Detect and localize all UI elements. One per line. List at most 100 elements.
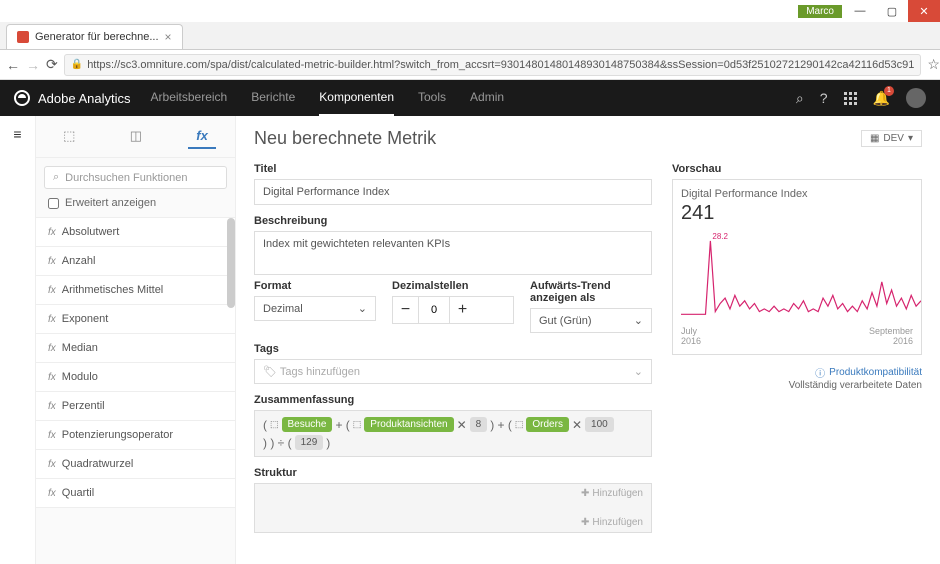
function-item[interactable]: fxQuartil [36,479,235,508]
main-content: Neu berechnete Metrik ▦ DEV ▾ Titel Besc… [236,116,940,564]
chevron-down-icon: ⌄ [634,314,643,327]
chevron-down-icon: ⌄ [358,302,367,315]
format-select[interactable]: Dezimal⌄ [254,296,376,321]
browser-tab[interactable]: Generator für berechne... × [6,24,183,49]
adobe-analytics-icon [14,90,30,106]
compat-link[interactable]: ⓘ Produktkompatibilität [672,365,922,380]
search-icon: ⌕ [53,171,59,184]
help-icon[interactable]: ? [820,90,828,106]
label-tags: Tags [254,343,652,355]
function-item[interactable]: fxAnzahl [36,247,235,276]
function-list[interactable]: fxAbsolutwertfxAnzahlfxArithmetisches Mi… [36,217,235,564]
add-button[interactable]: ✚ Hinzufügen [581,488,643,499]
extended-checkbox[interactable]: Erweitert anzeigen [48,197,223,209]
preview-panel: Digital Performance Index 241 28.2 July2… [672,179,922,355]
fx-icon: fx [48,227,56,238]
nav-item-berichte[interactable]: Berichte [251,80,295,116]
function-panel: ⬚ ◫ fx ⌕ Durchsuchen Funktionen Erweiter… [36,116,236,564]
label-decimals: Dezimalstellen [392,280,514,292]
segment-pill[interactable]: Produktansichten [364,417,453,432]
number-pill[interactable]: 8 [470,417,488,432]
function-item[interactable]: fxArithmetisches Mittel [36,276,235,305]
add-button[interactable]: ✚ Hinzufügen [581,517,643,528]
function-item[interactable]: fxPerzentil [36,392,235,421]
increment-button[interactable]: + [449,297,475,323]
left-rail: ≡ [0,116,36,564]
app-header: Adobe Analytics Arbeitsbereich Berichte Ko… [0,80,940,116]
search-icon[interactable]: ⌕ [796,90,804,107]
side-tab-functions[interactable]: fx [188,124,216,149]
apps-grid-icon[interactable] [844,92,857,105]
window-minimize[interactable]: — [844,0,876,22]
summary-formula: ( ⬚ Besuche + ( ⬚ Produktansichten ✕ 8 )… [254,410,652,457]
label-description: Beschreibung [254,215,652,227]
nav-item-admin[interactable]: Admin [470,80,504,116]
fx-icon: fx [48,430,56,441]
svg-text:28.2: 28.2 [712,232,728,241]
fx-icon: fx [48,256,56,267]
description-input[interactable] [254,231,652,275]
fx-icon: fx [48,314,56,325]
label-format: Format [254,280,376,292]
label-structure: Struktur [254,467,652,479]
dev-dropdown[interactable]: ▦ DEV ▾ [861,130,922,147]
fx-icon: fx [48,459,56,470]
fx-icon: fx [48,488,56,499]
fx-icon: fx [48,372,56,383]
function-item[interactable]: fxQuadratwurzel [36,450,235,479]
fx-icon: fx [48,343,56,354]
label-summary: Zusammenfassung [254,394,652,406]
nav-item-arbeitsbereich[interactable]: Arbeitsbereich [151,80,228,116]
product-logo[interactable]: Adobe Analytics [14,90,131,106]
page-title: Neu berechnete Metrik [254,128,436,149]
favicon-icon [17,31,29,43]
url-input[interactable]: 🔒 https://sc3.omniture.com/spa/dist/calc… [64,54,922,76]
label-trend: Aufwärts-Trend anzeigen als [530,280,652,304]
segment-pill[interactable]: Orders [526,417,569,432]
trend-select[interactable]: Gut (Grün)⌄ [530,308,652,333]
hamburger-icon[interactable]: ≡ [0,126,35,142]
browser-tab-strip: Generator für berechne... × [0,22,940,50]
function-item[interactable]: fxModulo [36,363,235,392]
notifications-icon[interactable]: 🔔1 [873,90,890,107]
user-badge: Marco [798,5,842,18]
scrollbar[interactable] [227,218,235,308]
function-item[interactable]: fxPotenzierungsoperator [36,421,235,450]
reload-icon[interactable]: ⟳ [46,54,58,76]
tags-input[interactable]: 🏷 Tags hinzufügen ⌄ [254,359,652,384]
fx-icon: fx [48,401,56,412]
nav-item-komponenten[interactable]: Komponenten [319,80,394,116]
nav-item-tools[interactable]: Tools [418,80,446,116]
chevron-down-icon: ⌄ [634,365,643,378]
preview-value: 241 [681,202,913,225]
browser-toolbar: ← → ⟳ 🔒 https://sc3.omniture.com/spa/dis… [0,50,940,80]
tab-close-icon[interactable]: × [165,30,172,44]
window-close[interactable]: ✕ [908,0,940,22]
number-pill[interactable]: 129 [295,435,324,450]
avatar[interactable] [906,88,926,108]
fx-icon: fx [48,285,56,296]
function-search-input[interactable]: ⌕ Durchsuchen Funktionen [44,166,227,189]
star-icon[interactable]: ☆ [927,54,940,76]
structure-canvas[interactable]: ✚ Hinzufügen ✚ Hinzufügen [254,483,652,533]
decimals-stepper[interactable]: − 0 + [392,296,514,324]
label-title: Titel [254,163,652,175]
back-icon[interactable]: ← [6,54,20,76]
lock-icon: 🔒 [71,59,83,70]
tag-icon: 🏷 [263,366,277,378]
number-pill[interactable]: 100 [585,417,614,432]
function-item[interactable]: fxAbsolutwert [36,218,235,247]
side-tab-components[interactable]: ⬚ [55,124,83,149]
window-maximize[interactable]: ▢ [876,0,908,22]
forward-icon[interactable]: → [26,54,40,76]
side-tab-segments[interactable]: ◫ [122,124,150,149]
sparkline-chart: 28.2 [681,229,921,319]
window-titlebar: Marco — ▢ ✕ [0,0,940,22]
segment-pill[interactable]: Besuche [282,417,333,432]
label-preview: Vorschau [672,163,922,175]
title-input[interactable] [254,179,652,205]
function-item[interactable]: fxExponent [36,305,235,334]
tab-title: Generator für berechne... [35,31,159,43]
decrement-button[interactable]: − [393,297,419,323]
function-item[interactable]: fxMedian [36,334,235,363]
